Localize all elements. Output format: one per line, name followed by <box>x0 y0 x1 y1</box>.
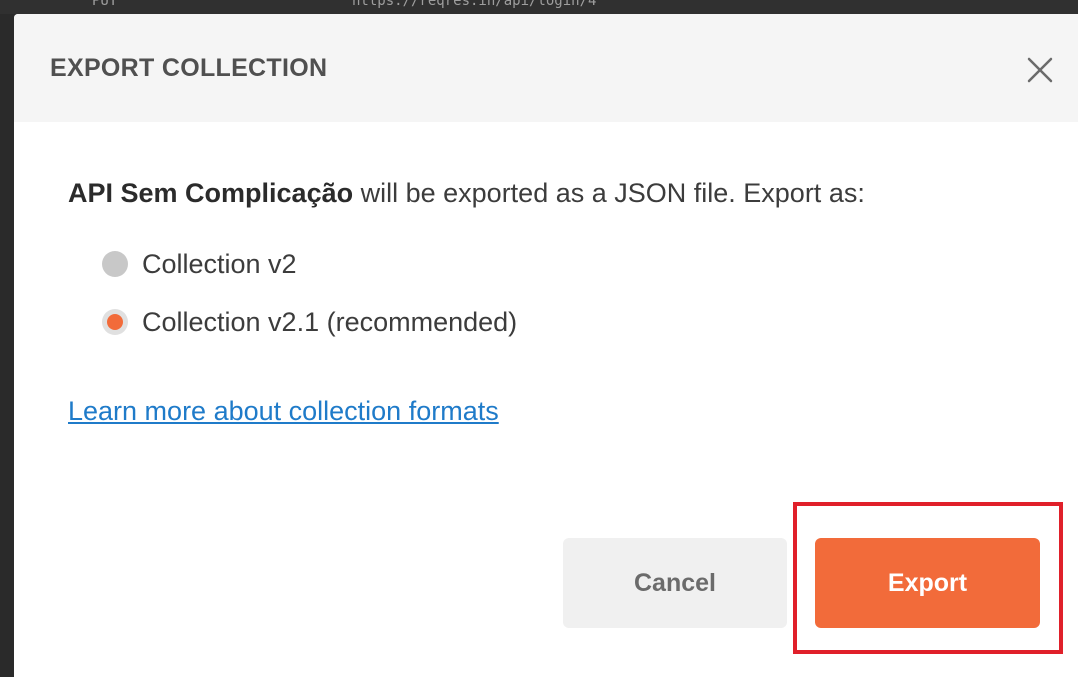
learn-more-link[interactable]: Learn more about collection formats <box>68 396 499 427</box>
cancel-button[interactable]: Cancel <box>563 538 787 628</box>
dialog-header: EXPORT COLLECTION <box>14 14 1078 122</box>
close-icon <box>1027 57 1053 83</box>
export-collection-dialog: EXPORT COLLECTION API Sem Complicação wi… <box>14 14 1078 677</box>
collection-name: API Sem Complicação <box>68 178 354 208</box>
export-description: API Sem Complicação will be exported as … <box>68 178 865 209</box>
radio-selected[interactable] <box>102 309 128 335</box>
option-collection-v2[interactable]: Collection v2 <box>102 246 297 282</box>
option-label: Collection v2 <box>142 248 297 279</box>
export-button[interactable]: Export <box>815 538 1040 628</box>
dialog-title: EXPORT COLLECTION <box>50 54 328 82</box>
close-button[interactable] <box>1022 52 1058 88</box>
option-collection-v2-1[interactable]: Collection v2.1 (recommended) <box>102 304 517 340</box>
background-method: PUT <box>92 0 118 9</box>
option-label: Collection v2.1 (recommended) <box>142 306 518 337</box>
radio-unselected[interactable] <box>102 251 128 277</box>
description-text: will be exported as a JSON file. Export … <box>353 178 865 208</box>
background-request-row: PUT https://reqres.in/api/login/4 <box>0 0 1078 14</box>
background-url: https://reqres.in/api/login/4 <box>352 0 597 9</box>
